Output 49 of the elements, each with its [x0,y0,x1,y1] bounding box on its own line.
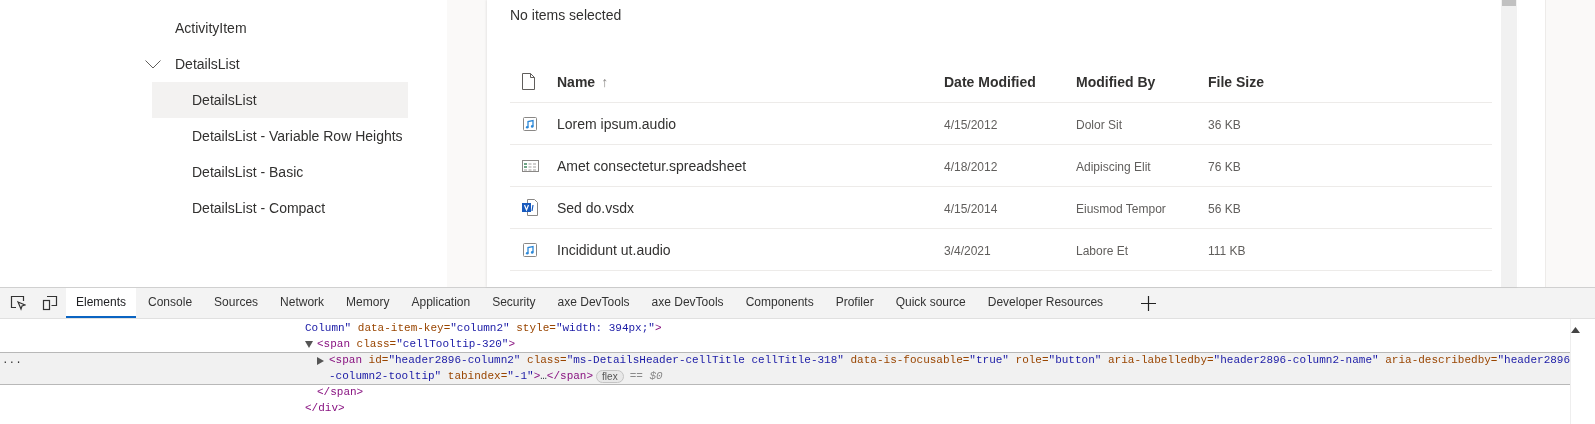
table-cell: 76 KB [1208,159,1241,174]
nav-item[interactable]: DetailsList - Variable Row Heights [152,118,408,154]
table-cell: 56 KB [1208,201,1241,216]
code-line[interactable]: -column2-tooltip" tabindex="-1">…</span> [329,368,594,384]
flex-badge[interactable]: flex [596,369,624,383]
nav-item[interactable]: DetailsList [152,82,408,118]
nav-item[interactable]: DetailsList - Basic [152,154,408,190]
table-cell: 111 KB [1208,243,1246,258]
devtools-tab[interactable]: Sources [204,288,269,318]
devtools-tab[interactable]: Developer Resources [977,288,1114,318]
file-name: Amet consectetur.spreadsheet [557,157,747,174]
devtools-tab[interactable]: Components [735,288,824,318]
table-cell: 4/15/2014 [944,201,998,216]
column-header[interactable]: Date Modified [944,73,1036,90]
code-line[interactable]: Column" data-item-key="column2" style="width: 394px;"> [305,321,662,337]
gutter-dots: ... [2,353,22,368]
devtools-tab[interactable]: axe DevTools [547,288,640,318]
code-line: </span> [317,385,364,400]
file-name: Incididunt ut.audio [557,241,671,258]
table-cell: 4/15/2012 [944,117,998,132]
devtools-tab[interactable]: Profiler [825,288,884,318]
table-cell: Eiusmod Tempor [1076,201,1166,216]
devtools-tab[interactable]: Security [482,288,546,318]
column-header[interactable]: File Size [1208,73,1265,90]
devtools-tab[interactable]: Network [270,288,335,318]
devtools-tab[interactable]: Application [401,288,481,318]
devtools-tab[interactable]: axe DevTools [641,288,734,318]
table-cell: Labore Et [1076,243,1129,258]
console-reference: == $0 [629,368,663,384]
devtools-tab[interactable]: Memory [336,288,400,318]
selection-status: No items selected [510,7,622,25]
devtools-tab[interactable]: Quick source [885,288,976,318]
table-cell: 3/4/2021 [944,243,991,258]
file-name: Lorem ipsum.audio [557,115,677,132]
code-line: </div> [305,400,345,416]
table-cell: 4/18/2012 [944,159,998,174]
devtools-tab[interactable]: Elements [66,288,137,318]
nav-item[interactable]: DetailsList [175,46,240,82]
code-line[interactable]: <span class="cellTooltip-320"> [317,336,516,352]
devtools-tab[interactable]: Console [138,288,203,318]
nav-item[interactable]: ActivityItem [0,10,247,46]
table-cell: Adipiscing Elit [1076,159,1151,174]
file-name: Sed do.vsdx [557,199,635,216]
table-cell: 36 KB [1208,117,1241,132]
nav-item[interactable]: DetailsList - Compact [152,190,408,226]
column-header[interactable]: Name ↑ [557,73,609,90]
code-line[interactable]: <span id="header2896-column2" class="ms-DetailsHeader-cellTitle cellTitle-318" data-is-focusable="true" role="button" aria-labelledby="header2896-column2-name" aria-describedby="header2896 [329,353,1571,369]
column-header[interactable]: Modified By [1076,73,1156,90]
table-cell: Dolor Sit [1076,117,1122,132]
